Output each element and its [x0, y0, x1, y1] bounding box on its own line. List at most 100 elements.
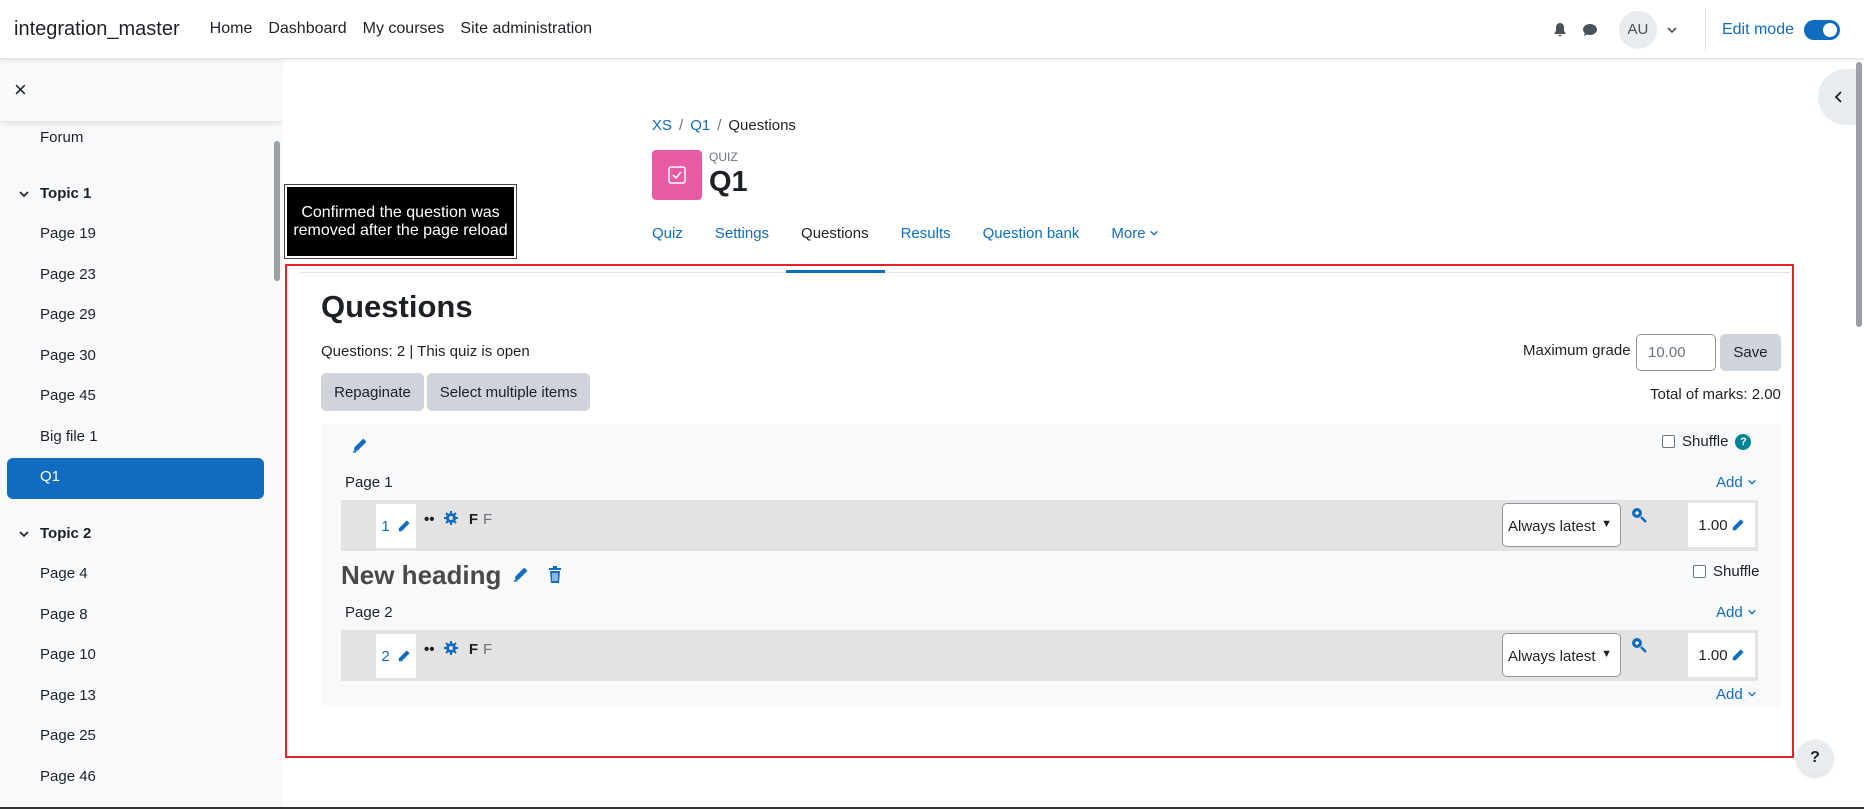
add-page-2[interactable]: Add [1716, 604, 1757, 621]
edit-pencil-icon[interactable] [396, 519, 411, 534]
drawer-item-q1-active[interactable]: Q1 [7, 458, 264, 499]
page-scrollbar[interactable] [1856, 62, 1862, 327]
drawer-item-page-46[interactable]: Page 46 [40, 768, 96, 785]
maximum-grade-input[interactable]: 10.00 [1636, 334, 1716, 371]
drawer-item-page-25[interactable]: Page 25 [40, 727, 96, 744]
preview-zoom-icon[interactable] [1630, 506, 1648, 528]
page-2-label: Page 2 [345, 604, 393, 621]
chevron-down-icon[interactable] [18, 188, 30, 200]
edit-heading-pencil-icon[interactable] [512, 566, 529, 587]
tab-questions[interactable]: Questions [801, 225, 869, 242]
page-1-label: Page 1 [345, 474, 393, 491]
edit-mode-toggle[interactable] [1804, 19, 1840, 40]
top-navbar: integration_master Home Dashboard My cou… [0, 0, 1864, 59]
edit-pencil-icon[interactable] [396, 649, 411, 664]
drag-handle-icon[interactable]: •• [424, 641, 435, 658]
breadcrumb: XS / Q1 / Questions [652, 117, 796, 134]
activity-type-label: QUIZ [709, 150, 738, 164]
mark-value: 1.00 [1698, 516, 1728, 534]
tab-results[interactable]: Results [901, 225, 951, 242]
drawer-item-page-10[interactable]: Page 10 [40, 646, 96, 663]
chevron-down-icon[interactable] [18, 528, 30, 540]
drawer-item-forum[interactable]: Forum [40, 129, 83, 146]
add-end[interactable]: Add [1716, 686, 1757, 703]
nav-my-courses[interactable]: My courses [355, 20, 453, 38]
user-avatar[interactable]: AU [1618, 10, 1657, 49]
delete-heading-trash-icon[interactable] [547, 566, 563, 588]
user-controls: AU Edit mode [1545, 0, 1864, 59]
tab-settings[interactable]: Settings [715, 225, 769, 242]
tab-quiz[interactable]: Quiz [652, 225, 683, 242]
select-value: Always latest [1508, 648, 1596, 665]
breadcrumb-quiz-q1[interactable]: Q1 [690, 117, 710, 134]
save-grade-button[interactable]: Save [1720, 334, 1781, 371]
add-label: Add [1716, 474, 1743, 491]
total-marks: Total of marks: 2.00 [1650, 386, 1781, 403]
question-version-select-1[interactable]: Always latest ▼ [1502, 503, 1621, 547]
quiz-status-text: Questions: 2 | This quiz is open [321, 343, 530, 360]
breadcrumb-separator: / [679, 117, 684, 134]
question-text: F [483, 511, 493, 528]
add-page-1[interactable]: Add [1716, 474, 1757, 491]
navbar-divider [1704, 8, 1706, 51]
chevron-down-icon [1748, 691, 1756, 697]
breadcrumb-separator: / [717, 117, 722, 134]
edit-mode-label: Edit mode [1721, 20, 1794, 38]
shuffle-checkbox[interactable] [1693, 565, 1706, 578]
preview-zoom-icon[interactable] [1630, 636, 1648, 658]
nav-dashboard[interactable]: Dashboard [260, 20, 354, 38]
drawer-scrollbar[interactable] [274, 141, 280, 281]
primary-navigation: Home Dashboard My courses Site administr… [202, 20, 600, 38]
drawer-item-page-45[interactable]: Page 45 [40, 387, 96, 404]
drag-handle-icon[interactable]: •• [424, 511, 435, 528]
nav-home[interactable]: Home [202, 20, 261, 38]
gear-icon[interactable] [443, 510, 459, 526]
question-version-select-2[interactable]: Always latest ▼ [1502, 633, 1621, 677]
drawer-item-page-23[interactable]: Page 23 [40, 266, 96, 283]
drawer-section-topic-2[interactable]: Topic 2 [18, 525, 91, 542]
drawer-item-page-30[interactable]: Page 30 [40, 347, 96, 364]
shuffle-section-2: Shuffle [1693, 563, 1759, 580]
tab-more[interactable]: More [1111, 225, 1158, 242]
repaginate-button[interactable]: Repaginate [321, 373, 424, 411]
drawer-item-page-8[interactable]: Page 8 [40, 606, 88, 623]
drawer-item-page-29[interactable]: Page 29 [40, 306, 96, 323]
shuffle-checkbox[interactable] [1662, 435, 1675, 448]
section-heading: New heading [341, 560, 502, 590]
question-mark-2[interactable]: 1.00 [1688, 633, 1755, 677]
drawer-item-big-file-1[interactable]: Big file 1 [40, 428, 98, 445]
maximum-grade-label: Maximum grade [1523, 342, 1631, 359]
edit-section-pencil-icon[interactable] [351, 437, 368, 458]
quiz-activity-icon [652, 150, 702, 200]
question-mark-1[interactable]: 1.00 [1688, 503, 1755, 547]
site-name[interactable]: integration_master [14, 18, 180, 41]
edit-pencil-icon[interactable] [1730, 648, 1745, 663]
shuffle-help-icon[interactable]: ? [1735, 433, 1752, 450]
close-drawer-icon[interactable]: × [14, 77, 27, 103]
gear-icon[interactable] [443, 640, 459, 656]
notifications-bell-icon[interactable] [1545, 15, 1575, 45]
drawer-item-page-13[interactable]: Page 13 [40, 687, 96, 704]
drawer-item-page-4[interactable]: Page 4 [40, 565, 88, 582]
help-question-icon[interactable]: ? [1797, 740, 1833, 776]
select-chevron-down-icon: ▼ [1601, 518, 1612, 530]
messages-chat-icon[interactable] [1575, 15, 1605, 45]
question-type: F [468, 511, 479, 528]
course-index-drawer: × Forum Topic 1 Page 19 Page 23 Page 29 … [0, 59, 283, 809]
question-number-2[interactable]: 2 [376, 634, 416, 678]
add-label: Add [1716, 686, 1743, 703]
edit-pencil-icon[interactable] [1730, 518, 1745, 533]
nav-site-administration[interactable]: Site administration [452, 20, 600, 38]
select-multiple-items-button[interactable]: Select multiple items [427, 373, 590, 411]
tab-question-bank[interactable]: Question bank [983, 225, 1080, 242]
shuffle-label: Shuffle [1713, 563, 1760, 580]
add-label: Add [1716, 604, 1743, 621]
open-block-drawer-button[interactable] [1818, 69, 1860, 125]
breadcrumb-course-xs[interactable]: XS [652, 117, 672, 134]
drawer-section-topic-1[interactable]: Topic 1 [18, 185, 91, 202]
drawer-item-page-19[interactable]: Page 19 [40, 225, 96, 242]
question-number-1[interactable]: 1 [376, 504, 416, 548]
user-menu-chevron-down-icon[interactable] [1657, 15, 1687, 45]
secondary-navigation-tabs: Quiz Settings Questions Results Question… [652, 225, 1191, 242]
slot-number: 2 [381, 647, 390, 665]
